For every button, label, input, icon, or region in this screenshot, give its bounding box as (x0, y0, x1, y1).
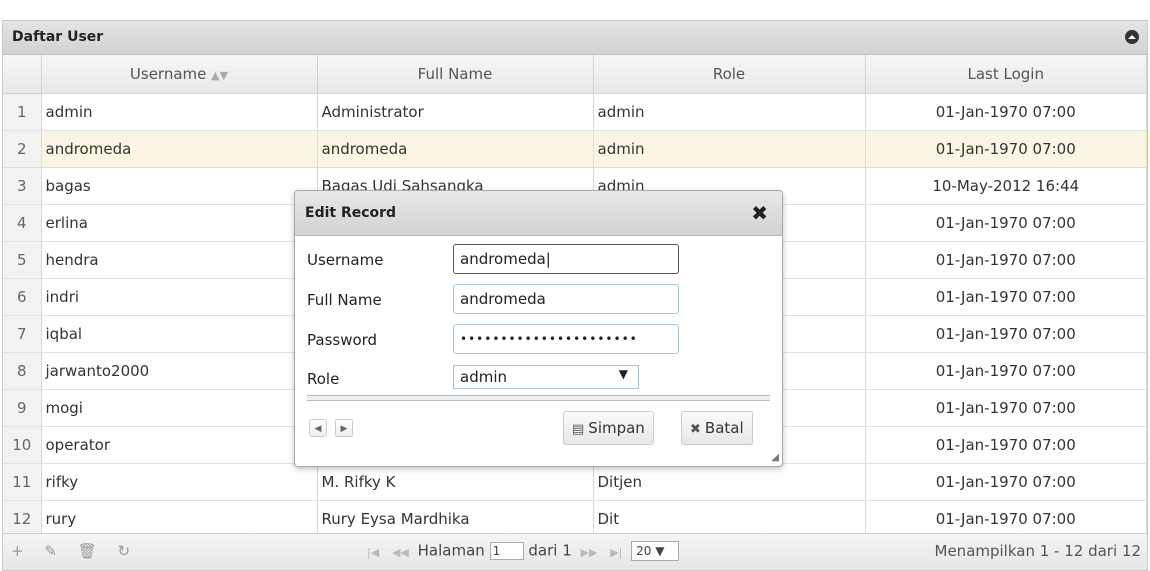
cell-fullname: andromeda (317, 130, 594, 168)
collapse-icon[interactable] (1125, 30, 1139, 44)
cell-role: Ditjen (593, 463, 866, 501)
cell-username: mogi (41, 389, 318, 427)
cell-last-login: 01-Jan-1970 07:00 (865, 204, 1147, 242)
cell-last-login: 01-Jan-1970 07:00 (865, 315, 1147, 353)
grid-caption: Daftar User (3, 21, 1147, 55)
page-label: Halaman (417, 541, 485, 560)
role-row: Role admin ▼ (307, 363, 647, 393)
cell-username: iqbal (41, 315, 318, 353)
close-icon[interactable]: ✖ (751, 201, 768, 225)
add-icon[interactable]: + (11, 542, 24, 560)
cell-role: Dit (593, 500, 866, 538)
row-number: 4 (3, 204, 42, 242)
row-number: 12 (3, 500, 42, 538)
prev-page-icon[interactable]: ◀◀ (392, 546, 409, 559)
row-number: 5 (3, 241, 42, 279)
row-number: 2 (3, 130, 42, 168)
password-label: Password (307, 331, 378, 349)
cell-last-login: 01-Jan-1970 07:00 (865, 93, 1147, 131)
prev-record-button[interactable]: ◀ (309, 419, 327, 437)
column-header-last-login[interactable]: Last Login (865, 55, 1147, 94)
grid-toolbar: + ✎ 🗑 ↻ (11, 542, 146, 560)
pager: + ✎ 🗑 ↻ |◀ ◀◀ Halaman 1 dari 1 ▶▶ ▶| 20 … (3, 533, 1147, 570)
column-header-username[interactable]: Username ▲▼ (41, 55, 318, 94)
table-row[interactable]: 11 rifky M. Rifky K Ditjen 01-Jan-1970 07:00 (3, 463, 1147, 501)
cell-last-login: 01-Jan-1970 07:00 (865, 278, 1147, 316)
sort-icon[interactable]: ▲▼ (211, 69, 228, 82)
next-record-button[interactable]: ▶ (335, 419, 353, 437)
page-navigation: |◀ ◀◀ Halaman 1 dari 1 ▶▶ ▶| 20 ▼ (363, 541, 680, 561)
username-input[interactable]: andromeda| (453, 244, 679, 274)
row-number: 10 (3, 426, 42, 464)
cell-last-login: 10-May-2012 16:44 (865, 167, 1147, 205)
fullname-input[interactable]: andromeda (453, 284, 679, 314)
cancel-icon: ✖ (690, 422, 701, 437)
row-number: 8 (3, 352, 42, 390)
fullname-row: Full Name andromeda (307, 284, 679, 314)
table-row[interactable]: 1 admin Administrator admin 01-Jan-1970 07:0… (3, 93, 1147, 131)
edit-record-dialog: Edit Record ✖ Username andromeda| Full N… (294, 190, 783, 467)
cell-last-login: 01-Jan-1970 07:00 (865, 130, 1147, 168)
cell-last-login: 01-Jan-1970 07:00 (865, 426, 1147, 464)
row-number: 7 (3, 315, 42, 353)
table-row[interactable]: 2 andromeda andromeda admin 01-Jan-1970 07:0… (3, 130, 1147, 168)
cell-username: erlina (41, 204, 318, 242)
password-input[interactable]: •••••••••••••••••••••• (453, 324, 679, 354)
cell-username: rifky (41, 463, 318, 501)
chevron-down-icon: ▼ (618, 367, 628, 381)
role-select[interactable]: admin ▼ (453, 365, 639, 389)
cell-username: hendra (41, 241, 318, 279)
save-icon: ▤ (572, 422, 585, 437)
row-number: 1 (3, 93, 42, 131)
cell-last-login: 01-Jan-1970 07:00 (865, 463, 1147, 501)
row-number: 3 (3, 167, 42, 205)
first-page-icon[interactable]: |◀ (367, 546, 379, 559)
last-page-icon[interactable]: ▶| (610, 546, 622, 559)
row-number: 6 (3, 278, 42, 316)
dialog-header[interactable]: Edit Record ✖ (295, 191, 782, 236)
cell-fullname: Administrator (317, 93, 594, 131)
row-number: 9 (3, 389, 42, 427)
next-page-icon[interactable]: ▶▶ (581, 546, 598, 559)
dialog-title: Edit Record (305, 205, 397, 221)
cell-fullname: M. Rifky K (317, 463, 594, 501)
cancel-button[interactable]: ✖ Batal (681, 411, 753, 445)
cell-username: bagas (41, 167, 318, 205)
cell-username: jarwanto2000 (41, 352, 318, 390)
page-total: dari 1 (528, 541, 572, 560)
fullname-label: Full Name (307, 291, 382, 309)
role-label: Role (307, 370, 340, 388)
table-row[interactable]: 12 rury Rury Eysa Mardhika Dit 01-Jan-1970 0… (3, 500, 1147, 538)
cell-last-login: 01-Jan-1970 07:00 (865, 352, 1147, 390)
username-row: Username andromeda| (307, 244, 679, 274)
cell-fullname: Rury Eysa Mardhika (317, 500, 594, 538)
refresh-icon[interactable]: ↻ (118, 542, 131, 560)
cell-last-login: 01-Jan-1970 07:00 (865, 241, 1147, 279)
cell-username: admin (41, 93, 318, 131)
password-row: Password •••••••••••••••••••••• (307, 324, 707, 354)
cell-username: operator (41, 426, 318, 464)
cell-role: admin (593, 93, 866, 131)
column-header-role[interactable]: Role (593, 55, 866, 94)
record-info: Menampilkan 1 - 12 dari 12 (934, 542, 1141, 560)
cell-username: indri (41, 278, 318, 316)
edit-icon[interactable]: ✎ (44, 542, 57, 560)
row-number-header (3, 55, 42, 94)
grid-title: Daftar User (12, 29, 104, 45)
resize-grip-icon[interactable]: ◢ (771, 452, 779, 463)
delete-icon[interactable]: 🗑 (78, 542, 97, 560)
cell-username: rury (41, 500, 318, 538)
row-number: 11 (3, 463, 42, 501)
username-label: Username (307, 251, 384, 269)
page-input[interactable]: 1 (489, 542, 524, 560)
cell-last-login: 01-Jan-1970 07:00 (865, 500, 1147, 538)
rows-per-page-select[interactable]: 20 ▼ (631, 541, 680, 561)
save-button[interactable]: ▤ Simpan (563, 411, 654, 445)
cell-username: andromeda (41, 130, 318, 168)
cell-role: admin (593, 130, 866, 168)
cell-last-login: 01-Jan-1970 07:00 (865, 389, 1147, 427)
column-header-fullname[interactable]: Full Name (317, 55, 594, 94)
dialog-separator (307, 395, 770, 401)
